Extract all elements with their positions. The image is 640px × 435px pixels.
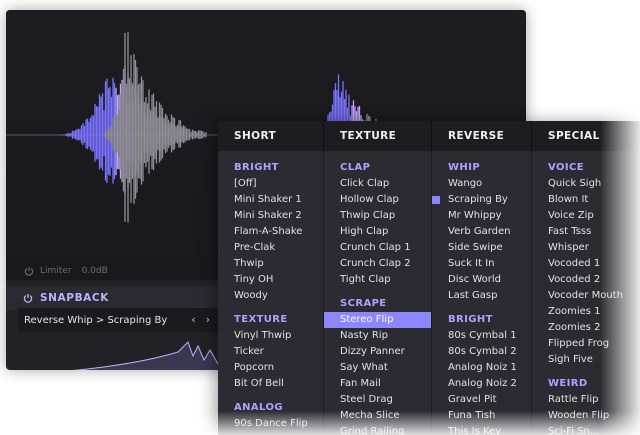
menu-header-texture[interactable]: TEXTURE [324,121,432,151]
menu-section-whip: WHIP [448,162,481,173]
menu-item[interactable]: Vocoded 1 [532,256,639,272]
menu-spacer [432,304,531,312]
menu-spacer [324,288,431,296]
preset-name[interactable]: Reverse Whip > Scraping By [24,315,167,326]
menu-item[interactable]: Quick Sigh [532,176,639,192]
menu-item[interactable]: Bit Of Bell [218,376,323,392]
menu-item[interactable]: Vocoded 2 [532,272,639,288]
menu-section-bright: BRIGHT [234,162,279,173]
menu-item[interactable]: Flam-A-Shake [218,224,323,240]
menu-item[interactable]: Thwip [218,256,323,272]
menu-item[interactable]: Click Clap [324,176,431,192]
menu-item[interactable]: Wango [432,176,531,192]
limiter-value[interactable]: 0.0dB [82,266,108,276]
menu-item[interactable]: Thwip Clap [324,208,431,224]
menu-item[interactable]: 80s Cymbal 2 [432,344,531,360]
menu-item[interactable]: Ticker [218,344,323,360]
menu-item[interactable]: Sigh Five [532,352,639,368]
menu-item[interactable]: Last Gasp [432,288,531,304]
menu-item[interactable]: Side Swipe [432,240,531,256]
menu-item[interactable]: Whisper [532,240,639,256]
menu-item[interactable]: Disc World [432,272,531,288]
snapback-label: SNAPBACK [40,292,109,304]
menu-item[interactable]: Mecha Slice [324,408,431,424]
menu-section-clap: CLAP [340,162,371,173]
menu-section-texture: TEXTURE [234,314,288,325]
menu-item[interactable]: Crunch Clap 2 [324,256,431,272]
menu-section-analog: ANALOG [234,402,283,413]
menu-item[interactable]: Zoomies 2 [532,320,639,336]
menu-section-weird: WEIRD [548,378,588,389]
menu-item[interactable]: Vinyl Thwip [218,328,323,344]
prev-preset-icon[interactable]: ‹ [191,313,195,326]
menu-item[interactable]: Mini Shaker 2 [218,208,323,224]
menu-item[interactable]: Scraping By [432,192,531,208]
menu-item[interactable]: Rattle Flip [532,392,639,408]
menu-column-short: BRIGHT [Off] Mini Shaker 1 Mini Shaker 2 Fla… [218,151,324,435]
menu-item[interactable]: Mini Shaker 1 [218,192,323,208]
menu-section-bright: BRIGHT [448,314,493,325]
limiter-control[interactable]: Limiter 0.0dB [24,266,108,276]
menu-column-reverse: WHIP Wango Scraping By Mr Whippy Verb Garden… [432,151,532,435]
menu-header-short[interactable]: SHORT [218,121,324,151]
power-icon [24,267,34,276]
menu-item[interactable]: Woody [218,288,323,304]
menu-item[interactable]: Vocoder Mouth [532,288,639,304]
preset-menu: SHORT TEXTURE REVERSE SPECIAL BRIGHT [Off… [218,121,640,435]
menu-item[interactable]: High Clap [324,224,431,240]
menu-item[interactable]: Verb Garden [432,224,531,240]
menu-item[interactable]: Steel Drag [324,392,431,408]
menu-item[interactable]: Say What [324,360,431,376]
menu-item[interactable]: Hollow Clap [324,192,431,208]
menu-item[interactable]: Wooden Flip [532,408,639,424]
menu-spacer [532,368,639,376]
menu-item[interactable]: 80s Cymbal 1 [432,328,531,344]
menu-item[interactable]: Fan Mail [324,376,431,392]
menu-item[interactable]: Tight Clap [324,272,431,288]
menu-header-special[interactable]: SPECIAL [532,121,640,151]
menu-spacer [218,392,323,400]
menu-item[interactable]: Voice Zip [532,208,639,224]
menu-item[interactable]: Sci-Fi Sn... [532,424,639,435]
menu-item[interactable]: Flipped Frog [532,336,639,352]
menu-spacer [218,304,323,312]
menu-item[interactable]: Pre-Clak [218,240,323,256]
menu-item[interactable]: Nasty Rip [324,328,431,344]
menu-item[interactable]: Suck It In [432,256,531,272]
menu-item[interactable]: Popcorn [218,360,323,376]
menu-item[interactable]: Dizzy Panner [324,344,431,360]
preset-selector[interactable]: Reverse Whip > Scraping By ‹ › [18,308,218,332]
next-preset-icon[interactable]: › [206,313,210,326]
menu-item[interactable]: 90s Dance Flip [218,416,323,432]
menu-item[interactable]: Grind Railing [324,424,431,435]
menu-item[interactable]: Fast Tsss [532,224,639,240]
menu-item[interactable]: This Is Key [432,424,531,435]
menu-item[interactable]: Gravel Pit [432,392,531,408]
menu-item[interactable]: [Off] [218,176,323,192]
envelope-graph [72,341,218,370]
menu-column-texture: CLAP Click Clap Hollow Clap Thwip Clap High … [324,151,432,435]
menu-item[interactable]: Analog Noiz 1 [432,360,531,376]
menu-item[interactable]: Blown It [532,192,639,208]
menu-column-special: VOICE Quick Sigh Blown It Voice Zip Fast Tss… [532,151,640,435]
menu-section-scrape: SCRAPE [340,298,387,309]
menu-item[interactable]: Analog Noiz 2 [432,376,531,392]
menu-item[interactable]: Stereo Flip [324,312,431,328]
snapback-power-icon[interactable] [23,293,33,303]
menu-item[interactable]: Mr Whippy [432,208,531,224]
menu-item[interactable]: Funa Tish [432,408,531,424]
limiter-label: Limiter [40,266,72,276]
menu-item[interactable]: Tiny OH [218,272,323,288]
menu-header-reverse[interactable]: REVERSE [432,121,532,151]
menu-item[interactable]: Crunch Clap 1 [324,240,431,256]
menu-section-voice: VOICE [548,162,584,173]
menu-item[interactable]: Zoomies 1 [532,304,639,320]
